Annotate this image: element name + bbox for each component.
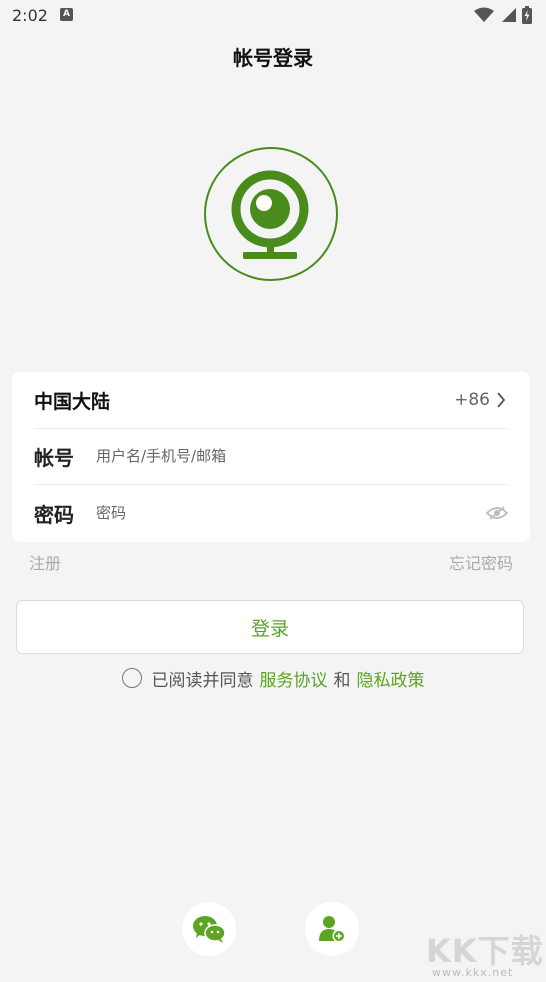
cell-signal-icon <box>502 8 516 22</box>
region-code: +86 <box>454 390 490 410</box>
wifi-icon <box>474 7 494 22</box>
wechat-login-button[interactable] <box>182 902 236 956</box>
app-logo <box>203 146 339 282</box>
eye-hidden-icon[interactable] <box>485 505 509 521</box>
login-button[interactable]: 登录 <box>16 600 524 654</box>
add-user-icon <box>319 916 346 943</box>
notification-icon: A <box>60 8 73 21</box>
webcam-logo-icon <box>204 147 338 281</box>
guest-login-button[interactable] <box>305 902 359 956</box>
status-icons <box>474 6 532 24</box>
region-label: 中国大陆 <box>34 390 111 413</box>
battery-charging-icon <box>522 6 532 24</box>
forgot-password-link[interactable]: 忘记密码 <box>449 550 513 574</box>
chevron-right-icon <box>496 392 508 408</box>
agreement-row: 已阅读并同意 服务协议 和 隐私政策 <box>0 665 546 691</box>
wechat-icon <box>193 916 226 943</box>
account-label: 帐号 <box>34 445 74 470</box>
region-selector[interactable]: 中国大陆 +86 <box>34 372 508 429</box>
agreement-prefix: 已阅读并同意 <box>151 670 254 691</box>
account-row: 帐号 <box>34 428 508 485</box>
agreement-checkbox[interactable] <box>121 668 142 688</box>
page-title: 帐号登录 <box>233 46 313 70</box>
agreement-conjunction: 和 <box>333 670 351 691</box>
register-link[interactable]: 注册 <box>29 550 61 574</box>
status-bar: 2:02 A <box>0 0 546 30</box>
watermark: KK下载 www.kkx.net <box>426 926 544 980</box>
login-form-card: 中国大陆 +86 帐号 密码 <box>12 372 530 542</box>
password-input[interactable] <box>96 504 480 522</box>
privacy-link[interactable]: 隐私政策 <box>357 666 425 691</box>
account-input[interactable] <box>96 447 508 465</box>
status-time: 2:02 <box>12 6 48 25</box>
password-label: 密码 <box>34 502 74 527</box>
watermark-url: www.kkx.net <box>432 966 514 979</box>
terms-link[interactable]: 服务协议 <box>260 666 328 691</box>
password-row: 密码 <box>34 484 509 542</box>
